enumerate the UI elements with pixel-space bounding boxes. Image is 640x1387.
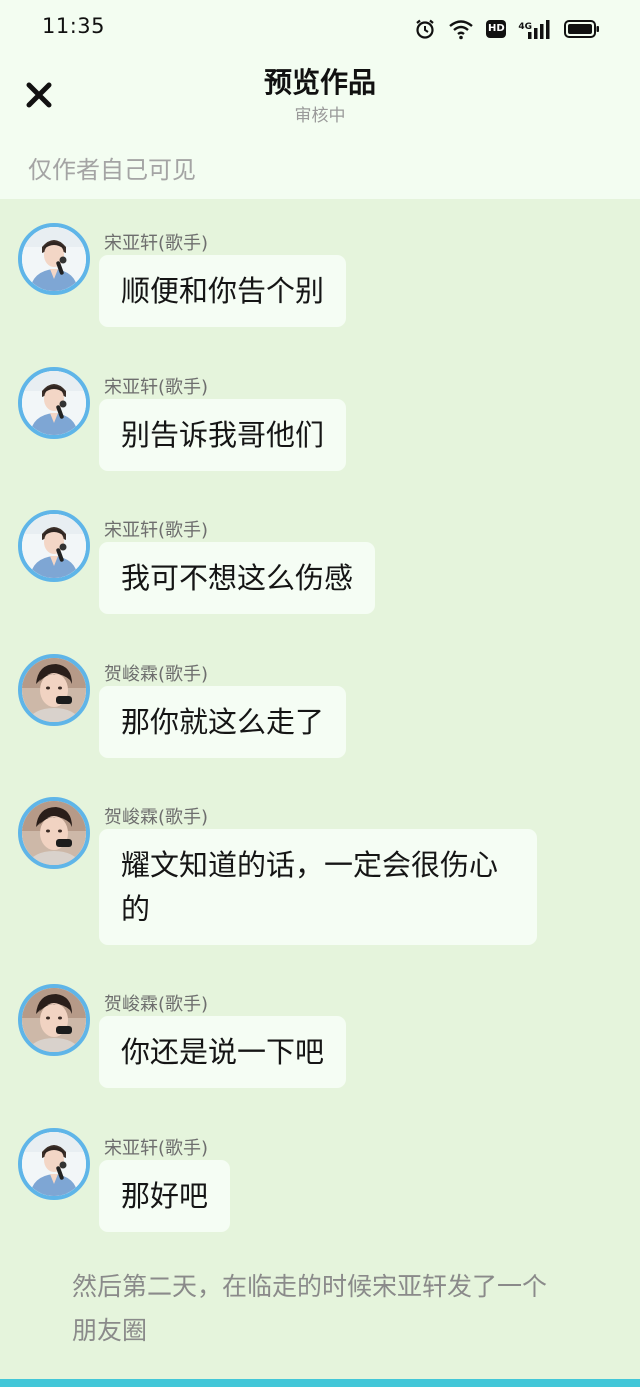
message-bubble[interactable]: 顺便和你告个别 xyxy=(99,255,347,327)
wifi-icon xyxy=(448,18,474,40)
page-title: 预览作品 xyxy=(263,66,376,99)
status-bar: 11:35 HD 4G xyxy=(0,0,640,56)
sender-name: 贺峻霖(歌手) xyxy=(104,807,209,828)
message-bubble[interactable]: 那好吧 xyxy=(99,1160,231,1232)
chat-area: 宋亚轩(歌手) 顺便和你告个别 宋亚轩(歌手) 别告诉我哥他们 宋亚轩(歌手) 我可不想这… xyxy=(0,199,640,1379)
battery-icon xyxy=(564,19,600,39)
header-area: 11:35 HD 4G 预览作品 审核中 仅作者自己可见 xyxy=(0,0,640,199)
avatar[interactable] xyxy=(18,367,90,439)
sender-name: 宋亚轩(歌手) xyxy=(104,520,209,541)
signal-icon: 4G xyxy=(518,18,552,40)
message-bubble[interactable]: 耀文知道的话，一定会很伤心的 xyxy=(99,829,537,945)
sender-name: 贺峻霖(歌手) xyxy=(104,994,209,1015)
narration-text: 然后第二天，在临走的时候宋亚轩发了一个朋友圈 xyxy=(72,1272,548,1345)
message-bubble[interactable]: 那你就这么走了 xyxy=(99,686,347,758)
message-bubble[interactable]: 你还是说一下吧 xyxy=(99,1016,347,1088)
visibility-note: 仅作者自己可见 xyxy=(28,156,196,184)
avatar[interactable] xyxy=(18,654,90,726)
message-bubble[interactable]: 我可不想这么伤感 xyxy=(99,542,376,614)
sender-name: 宋亚轩(歌手) xyxy=(104,233,209,254)
bottom-strip xyxy=(0,1379,640,1387)
sender-name: 宋亚轩(歌手) xyxy=(104,1138,209,1159)
status-time: 11:35 xyxy=(42,14,106,38)
sender-name: 宋亚轩(歌手) xyxy=(104,377,209,398)
alarm-icon xyxy=(414,18,436,40)
network-label: 4G xyxy=(518,22,532,32)
avatar[interactable] xyxy=(18,223,90,295)
avatar[interactable] xyxy=(18,797,90,869)
avatar[interactable] xyxy=(18,984,90,1056)
review-status: 审核中 xyxy=(294,106,346,126)
avatar[interactable] xyxy=(18,510,90,582)
message-bubble[interactable]: 别告诉我哥他们 xyxy=(99,399,347,471)
avatar[interactable] xyxy=(18,1128,90,1200)
hd-icon: HD xyxy=(486,20,507,38)
status-icons: HD 4G xyxy=(414,16,600,42)
sender-name: 贺峻霖(歌手) xyxy=(104,664,209,685)
title-block: 预览作品 审核中 xyxy=(0,64,640,128)
